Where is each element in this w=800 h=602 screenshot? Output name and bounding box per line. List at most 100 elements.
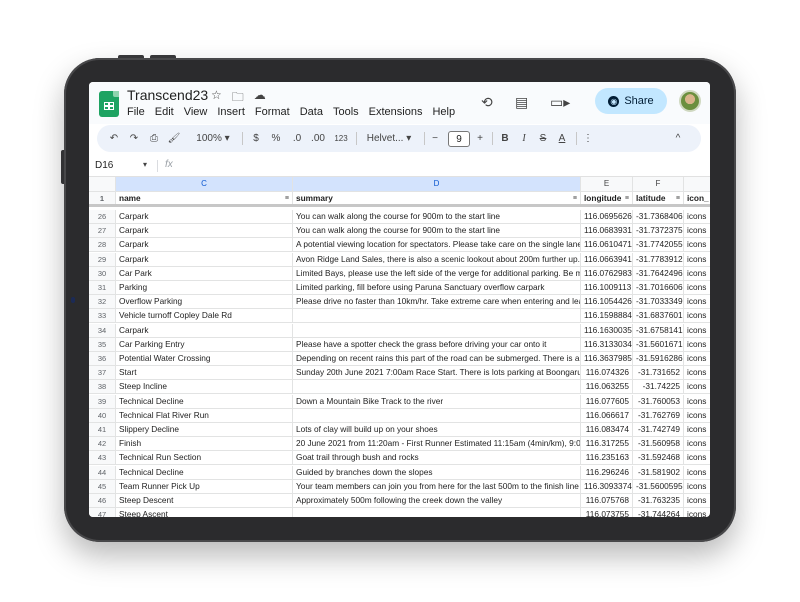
cell-longitude[interactable]: 116.3637985 [581, 352, 633, 365]
menu-tools[interactable]: Tools [333, 106, 359, 118]
cell-name[interactable]: Potential Water Crossing [116, 352, 293, 365]
sheets-logo-icon[interactable] [99, 91, 119, 117]
cell-summary[interactable]: Limited Bays, please use the left side o… [293, 266, 581, 280]
percent-button[interactable]: % [269, 125, 283, 152]
cell-icon[interactable]: icons [684, 238, 710, 251]
cell-name[interactable]: Technical Decline [116, 465, 293, 479]
cell-name[interactable]: Technical Decline [116, 394, 293, 408]
menu-edit[interactable]: Edit [155, 106, 174, 118]
cell-icon[interactable]: icons [684, 409, 710, 422]
cell-name[interactable]: Car Park [116, 266, 293, 280]
cell-name[interactable]: Steep Incline [116, 380, 293, 394]
row-number[interactable]: 31 [89, 281, 116, 294]
cell-summary[interactable] [293, 323, 581, 337]
cell-longitude[interactable]: 116.3093374 [581, 479, 633, 493]
cell-longitude[interactable]: 116.073755 [581, 508, 633, 517]
cell-summary[interactable]: Please have a spotter check the grass be… [293, 337, 581, 351]
menu-insert[interactable]: Insert [217, 106, 245, 118]
column-header-c[interactable]: C [116, 177, 293, 191]
cell-icon[interactable]: icons [684, 338, 710, 351]
cell-icon[interactable]: icons [684, 466, 710, 479]
cell-summary[interactable]: Avon Ridge Land Sales, there is also a s… [293, 252, 581, 266]
cell-latitude[interactable]: -31.7372375 [633, 224, 684, 238]
cell-longitude[interactable]: 116.317255 [581, 437, 633, 451]
header-cell-latitude[interactable]: latitude ≡ [633, 192, 684, 204]
filter-icon[interactable]: ≡ [285, 192, 289, 204]
cell-name[interactable]: Technical Flat River Run [116, 408, 293, 422]
column-header-f[interactable]: F [633, 177, 684, 191]
cell-icon[interactable]: icons [684, 451, 710, 464]
redo-icon[interactable]: ↷ [127, 125, 141, 152]
cell-summary[interactable]: Depending on recent rains this part of t… [293, 352, 581, 365]
filter-icon[interactable]: ≡ [573, 192, 577, 204]
cell-icon[interactable]: icons [684, 210, 710, 223]
cell-longitude[interactable]: 116.1630035 [581, 323, 633, 337]
cell-longitude[interactable]: 116.1598884 [581, 309, 633, 323]
cell-name[interactable]: Carpark [116, 238, 293, 252]
cell-icon[interactable]: icons [684, 494, 710, 507]
cell-longitude[interactable]: 116.3133034 [581, 337, 633, 351]
cell-longitude[interactable]: 116.074326 [581, 366, 633, 380]
name-box[interactable]: D16 [95, 160, 113, 171]
cell-summary[interactable]: Down a Mountain Bike Track to the river [293, 394, 581, 408]
menu-file[interactable]: File [127, 106, 145, 118]
cell-longitude[interactable]: 116.1054426 [581, 295, 633, 309]
row-number[interactable]: 34 [89, 323, 116, 337]
print-icon[interactable]: ⎙ [147, 125, 161, 152]
cell-summary[interactable]: Limited parking, fill before using Parun… [293, 281, 581, 294]
cell-latitude[interactable]: -31.5601671 [633, 337, 684, 351]
cell-latitude[interactable]: -31.6758141 [633, 323, 684, 337]
history-icon[interactable]: ⟲ [481, 94, 493, 111]
cell-icon[interactable]: icons [684, 395, 710, 408]
cell-latitude[interactable]: -31.581902 [633, 465, 684, 479]
cell-name[interactable]: Slippery Decline [116, 423, 293, 436]
cell-icon[interactable]: icons [684, 352, 710, 365]
cell-icon[interactable]: icons [684, 267, 710, 280]
cell-latitude[interactable]: -31.7016606 [633, 281, 684, 294]
cell-name[interactable]: Finish [116, 437, 293, 451]
cell-name[interactable]: Vehicle turnoff Copley Dale Rd [116, 309, 293, 323]
cell-icon[interactable]: icons [684, 295, 710, 308]
cell-latitude[interactable]: -31.744264 [633, 508, 684, 517]
row-number[interactable]: 33 [89, 309, 116, 323]
cell-longitude[interactable]: 116.075768 [581, 494, 633, 507]
cell-longitude[interactable]: 116.063255 [581, 380, 633, 394]
row-number[interactable]: 27 [89, 224, 116, 238]
cell-latitude[interactable]: -31.5916286 [633, 352, 684, 365]
cell-name[interactable]: Car Parking Entry [116, 337, 293, 351]
font-size-decrease-button[interactable]: − [428, 125, 442, 152]
cell-summary[interactable]: 20 June 2021 from 11:20am - First Runner… [293, 437, 581, 451]
row-number[interactable]: 41 [89, 423, 116, 436]
cell-longitude[interactable]: 116.0683931 [581, 224, 633, 238]
cell-summary[interactable]: A potential viewing location for spectat… [293, 238, 581, 252]
cell-longitude[interactable]: 116.0610471 [581, 238, 633, 252]
cell-icon[interactable]: icons [684, 380, 710, 393]
cell-icon[interactable]: icons [684, 324, 710, 337]
cell-summary[interactable]: Please drive no faster than 10km/hr. Tak… [293, 295, 581, 309]
column-header-d[interactable]: D [293, 177, 581, 191]
header-cell-summary[interactable]: summary ≡ [293, 192, 581, 204]
row-number[interactable]: 42 [89, 437, 116, 451]
row-number[interactable]: 47 [89, 508, 116, 517]
document-title[interactable]: Transcend23 [127, 87, 208, 103]
chevron-down-icon[interactable]: ▾ [143, 160, 147, 169]
strikethrough-button[interactable]: S [536, 125, 550, 152]
cell-longitude[interactable]: 116.0762983 [581, 266, 633, 280]
cell-longitude[interactable]: 116.0695626 [581, 210, 633, 223]
row-number[interactable]: 36 [89, 352, 116, 365]
more-options-icon[interactable]: ⋮ [583, 125, 593, 152]
paint-format-icon[interactable]: 🖌 [167, 125, 181, 152]
cell-longitude[interactable]: 116.296246 [581, 465, 633, 479]
cell-longitude[interactable]: 116.235163 [581, 451, 633, 465]
collapse-toolbar-icon[interactable]: ^ [671, 125, 685, 152]
row-number[interactable]: 28 [89, 238, 116, 252]
column-header-e[interactable]: E [581, 177, 633, 191]
cell-name[interactable]: Technical Run Section [116, 451, 293, 465]
cell-icon[interactable]: icons [684, 423, 710, 436]
cell-summary[interactable]: Sunday 20th June 2021 7:00am Race Start.… [293, 366, 581, 380]
cell-longitude[interactable]: 116.066617 [581, 408, 633, 422]
cell-icon[interactable]: icons [684, 437, 710, 450]
cell-latitude[interactable]: -31.7368406 [633, 210, 684, 223]
column-header-g[interactable] [684, 177, 710, 191]
cell-latitude[interactable]: -31.592468 [633, 451, 684, 465]
